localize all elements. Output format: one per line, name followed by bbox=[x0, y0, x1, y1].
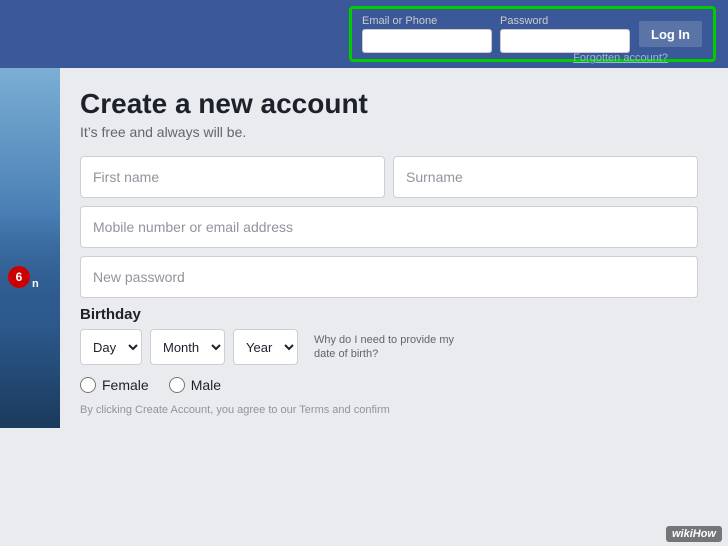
top-navigation: Email or Phone Password Log In Forgotten… bbox=[0, 0, 728, 68]
wikihow-badge: wikiHow bbox=[666, 526, 722, 542]
birthday-row: Day Month Year Why do I need to provide … bbox=[80, 329, 698, 365]
email-label: Email or Phone bbox=[362, 15, 492, 27]
terms-text: By clicking Create Account, you agree to… bbox=[80, 403, 698, 418]
wikihow-prefix: wiki bbox=[672, 528, 693, 540]
forgot-link[interactable]: Forgotten account? bbox=[573, 52, 668, 64]
main-content: 6 n Create a new account It’s free and a… bbox=[0, 68, 728, 428]
password-field-group: Password bbox=[500, 15, 630, 53]
birthday-label: Birthday bbox=[80, 306, 698, 323]
first-name-input[interactable] bbox=[80, 156, 385, 198]
male-option[interactable]: Male bbox=[169, 377, 221, 393]
sidebar-step-label: n bbox=[32, 278, 39, 290]
email-field-group: Email or Phone bbox=[362, 15, 492, 53]
email-input[interactable] bbox=[362, 29, 492, 53]
wikihow-suffix: How bbox=[693, 528, 716, 540]
login-button[interactable]: Log In bbox=[638, 20, 703, 48]
login-highlight-box: Email or Phone Password Log In Forgotten… bbox=[349, 6, 716, 62]
female-radio[interactable] bbox=[80, 377, 96, 393]
month-select[interactable]: Month bbox=[150, 329, 225, 365]
female-option[interactable]: Female bbox=[80, 377, 149, 393]
birthday-section: Birthday Day Month Year Why do I need to… bbox=[80, 306, 698, 365]
day-select[interactable]: Day bbox=[80, 329, 142, 365]
new-password-input[interactable] bbox=[80, 256, 698, 298]
male-radio[interactable] bbox=[169, 377, 185, 393]
password-input[interactable] bbox=[500, 29, 630, 53]
email-row bbox=[80, 206, 698, 248]
male-label: Male bbox=[191, 377, 221, 393]
registration-form: Create a new account It’s free and alway… bbox=[60, 68, 728, 428]
gender-row: Female Male bbox=[80, 377, 698, 393]
birthday-why-text: Why do I need to provide my date of birt… bbox=[314, 333, 474, 362]
form-subtitle: It’s free and always will be. bbox=[80, 124, 698, 140]
surname-input[interactable] bbox=[393, 156, 698, 198]
female-label: Female bbox=[102, 377, 149, 393]
password-row bbox=[80, 256, 698, 298]
password-label: Password bbox=[500, 15, 630, 27]
sidebar-image: 6 n bbox=[0, 68, 60, 428]
step-badge: 6 bbox=[8, 266, 30, 288]
form-title: Create a new account bbox=[80, 88, 698, 120]
mobile-email-input[interactable] bbox=[80, 206, 698, 248]
year-select[interactable]: Year bbox=[233, 329, 298, 365]
name-row bbox=[80, 156, 698, 198]
